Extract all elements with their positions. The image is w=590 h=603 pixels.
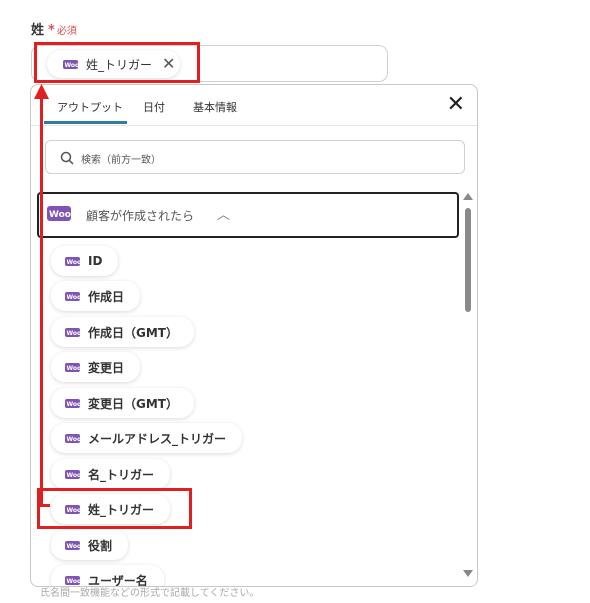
field-label-text: 姓 xyxy=(31,23,45,38)
woocommerce-icon: Woo xyxy=(65,469,81,479)
scroll-down-icon[interactable] xyxy=(463,570,473,577)
tab-bar: アウトプット 日付 基本情報 xyxy=(31,85,477,126)
svg-text:Woo: Woo xyxy=(67,507,81,514)
list-item[interactable]: Woo 変更日 xyxy=(51,352,141,382)
svg-text:Woo: Woo xyxy=(67,436,81,443)
chip-label: 姓_トリガー xyxy=(86,57,153,72)
svg-text:Woo: Woo xyxy=(67,472,81,479)
output-picker-panel: アウトプット 日付 基本情報 ✕ 検索（前方一致） Woo 顧客が作成されたら … xyxy=(30,84,478,587)
list-item[interactable]: Woo 姓_トリガー xyxy=(51,494,171,524)
field-label: 姓 * 必須 xyxy=(31,19,77,38)
chevron-up-icon[interactable]: ︿ xyxy=(217,204,230,223)
woocommerce-icon: Woo xyxy=(65,433,81,443)
footer-note: 氏名間一致機能などの形式で記載してください。 xyxy=(40,588,260,599)
item-label: ID xyxy=(88,254,103,268)
list-item[interactable]: Woo 変更日（GMT） xyxy=(51,388,194,418)
arrow-head-icon xyxy=(34,84,49,99)
woocommerce-icon: Woo xyxy=(65,291,81,301)
required-star: * xyxy=(48,23,55,38)
svg-text:Woo: Woo xyxy=(67,543,81,550)
list-item[interactable]: Woo 名_トリガー xyxy=(51,459,171,489)
item-label: メールアドレス_トリガー xyxy=(88,431,227,446)
tab-output[interactable]: アウトプット xyxy=(57,99,123,115)
woocommerce-icon: Woo xyxy=(65,256,81,266)
woocommerce-icon: Woo xyxy=(65,362,81,372)
search-placeholder: 検索（前方一致） xyxy=(81,155,161,166)
trigger-group-header[interactable]: Woo 顧客が作成されたら ︿ xyxy=(37,192,459,238)
item-label: 作成日 xyxy=(88,289,125,304)
item-label: 変更日（GMT） xyxy=(88,396,178,411)
scroll-thumb[interactable] xyxy=(465,208,471,312)
item-label: 名_トリガー xyxy=(88,467,155,482)
selected-chip[interactable]: Woo 姓_トリガー ✕ xyxy=(47,50,180,78)
woocommerce-icon: Woo xyxy=(63,59,79,69)
woocommerce-icon: Woo xyxy=(47,206,71,221)
woocommerce-icon: Woo xyxy=(65,540,81,550)
svg-text:Woo: Woo xyxy=(65,62,79,69)
item-label: 姓_トリガー xyxy=(88,502,155,517)
svg-text:Woo: Woo xyxy=(67,365,81,372)
active-tab-indicator xyxy=(44,121,127,124)
svg-text:Woo: Woo xyxy=(67,330,81,337)
annotation-arrow-line xyxy=(40,504,50,507)
svg-text:Woo: Woo xyxy=(67,401,81,408)
woocommerce-icon: Woo xyxy=(65,398,81,408)
tab-basic-info[interactable]: 基本情報 xyxy=(193,99,237,115)
close-icon[interactable]: ✕ xyxy=(447,94,465,116)
group-title: 顧客が作成されたら xyxy=(86,209,195,223)
tab-date[interactable]: 日付 xyxy=(143,99,165,115)
annotation-arrow-line xyxy=(40,98,43,506)
item-label: 役割 xyxy=(88,538,113,553)
list-item[interactable]: Woo 作成日（GMT） xyxy=(51,317,194,347)
svg-text:Woo: Woo xyxy=(67,294,81,301)
required-text: 必須 xyxy=(56,26,77,37)
list-item[interactable]: Woo メールアドレス_トリガー xyxy=(51,423,243,453)
woocommerce-icon: Woo xyxy=(65,327,81,337)
item-label: 作成日（GMT） xyxy=(88,325,178,340)
svg-text:Woo: Woo xyxy=(49,210,71,220)
list-item[interactable]: Woo 作成日 xyxy=(51,281,141,311)
woocommerce-icon: Woo xyxy=(65,504,81,514)
scrollbar[interactable] xyxy=(463,193,473,577)
svg-text:Woo: Woo xyxy=(67,259,81,266)
search-input[interactable]: 検索（前方一致） xyxy=(45,140,465,174)
search-icon xyxy=(60,150,74,169)
item-label: 変更日 xyxy=(88,360,125,375)
scroll-up-icon[interactable] xyxy=(463,193,473,200)
list-item[interactable]: Woo 役割 xyxy=(51,530,129,560)
list-item[interactable]: Woo ID xyxy=(51,246,119,276)
remove-chip-icon[interactable]: ✕ xyxy=(162,56,175,72)
